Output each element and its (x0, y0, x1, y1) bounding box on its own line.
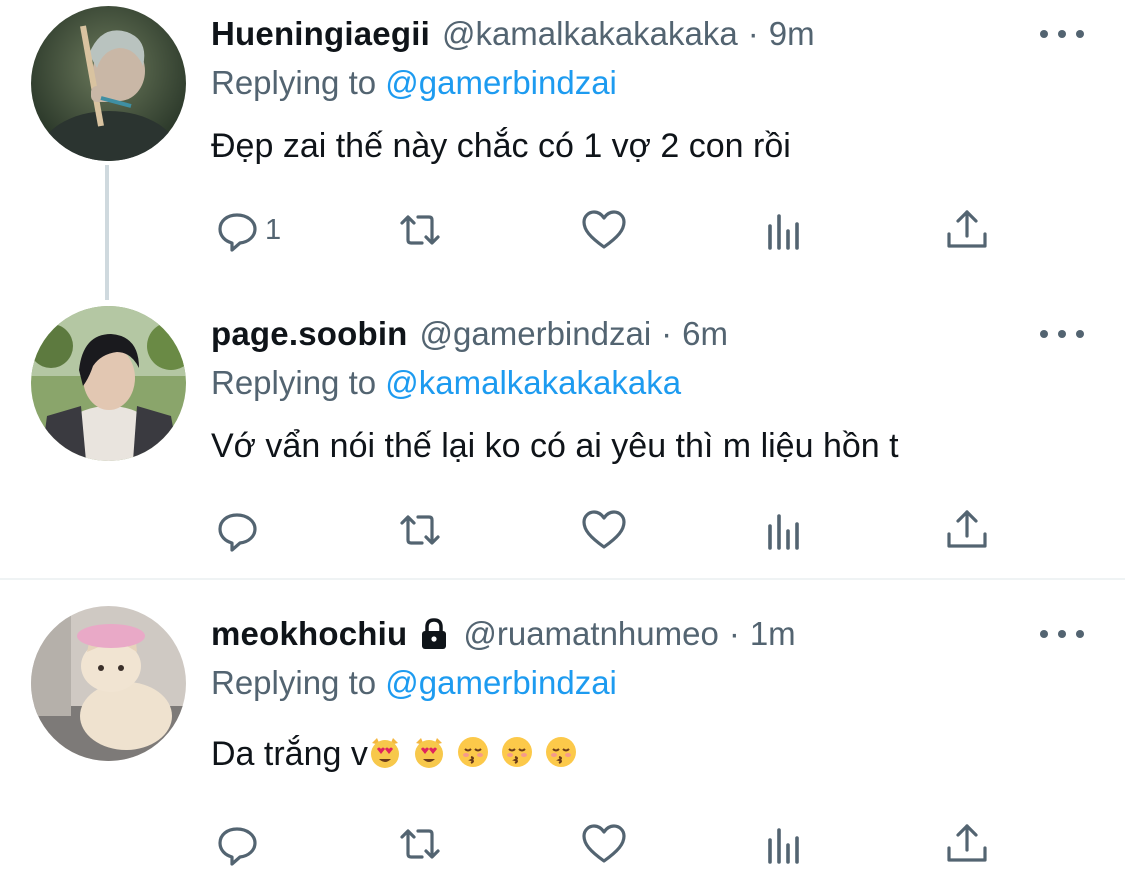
tweet-text: Da trắng v (211, 732, 588, 776)
analytics-button[interactable] (762, 816, 810, 869)
reply-thread: Hueningiaegii @kamalkakakakaka · 9m Repl… (0, 0, 1125, 869)
tweet-header: meokhochiu @ruamatnhumeo · 1m (211, 614, 796, 654)
user-handle[interactable]: @ruamatnhumeo (463, 614, 718, 654)
retweet-button[interactable] (396, 816, 444, 869)
kissing-face-emoji (500, 735, 534, 769)
share-icon (943, 820, 991, 868)
reply-button[interactable] (213, 816, 261, 869)
separator-dot: · (728, 615, 740, 652)
heart-eyes-cat-emoji (412, 735, 446, 769)
timestamp[interactable]: 1m (750, 614, 796, 654)
display-name[interactable]: meokhochiu (211, 614, 407, 654)
tweet-3[interactable]: meokhochiu @ruamatnhumeo · 1m Replying t… (0, 0, 1125, 869)
analytics-icon (762, 820, 810, 868)
tweet-text-content: Da trắng v (211, 735, 368, 773)
lock-icon (417, 617, 451, 651)
share-button[interactable] (943, 816, 991, 869)
more-icon[interactable] (1040, 624, 1084, 644)
replying-prefix: Replying to (211, 664, 377, 701)
retweet-icon (396, 820, 444, 868)
mention-link[interactable]: @gamerbindzai (385, 664, 617, 701)
kissing-face-emoji (456, 735, 490, 769)
heart-icon (580, 820, 628, 868)
kissing-face-emoji (544, 735, 578, 769)
replying-to: Replying to @gamerbindzai (211, 663, 617, 703)
avatar[interactable] (31, 606, 186, 761)
tweet-actions (0, 816, 1125, 869)
like-button[interactable] (580, 816, 628, 869)
heart-eyes-cat-emoji (368, 735, 402, 769)
reply-icon (213, 820, 261, 868)
